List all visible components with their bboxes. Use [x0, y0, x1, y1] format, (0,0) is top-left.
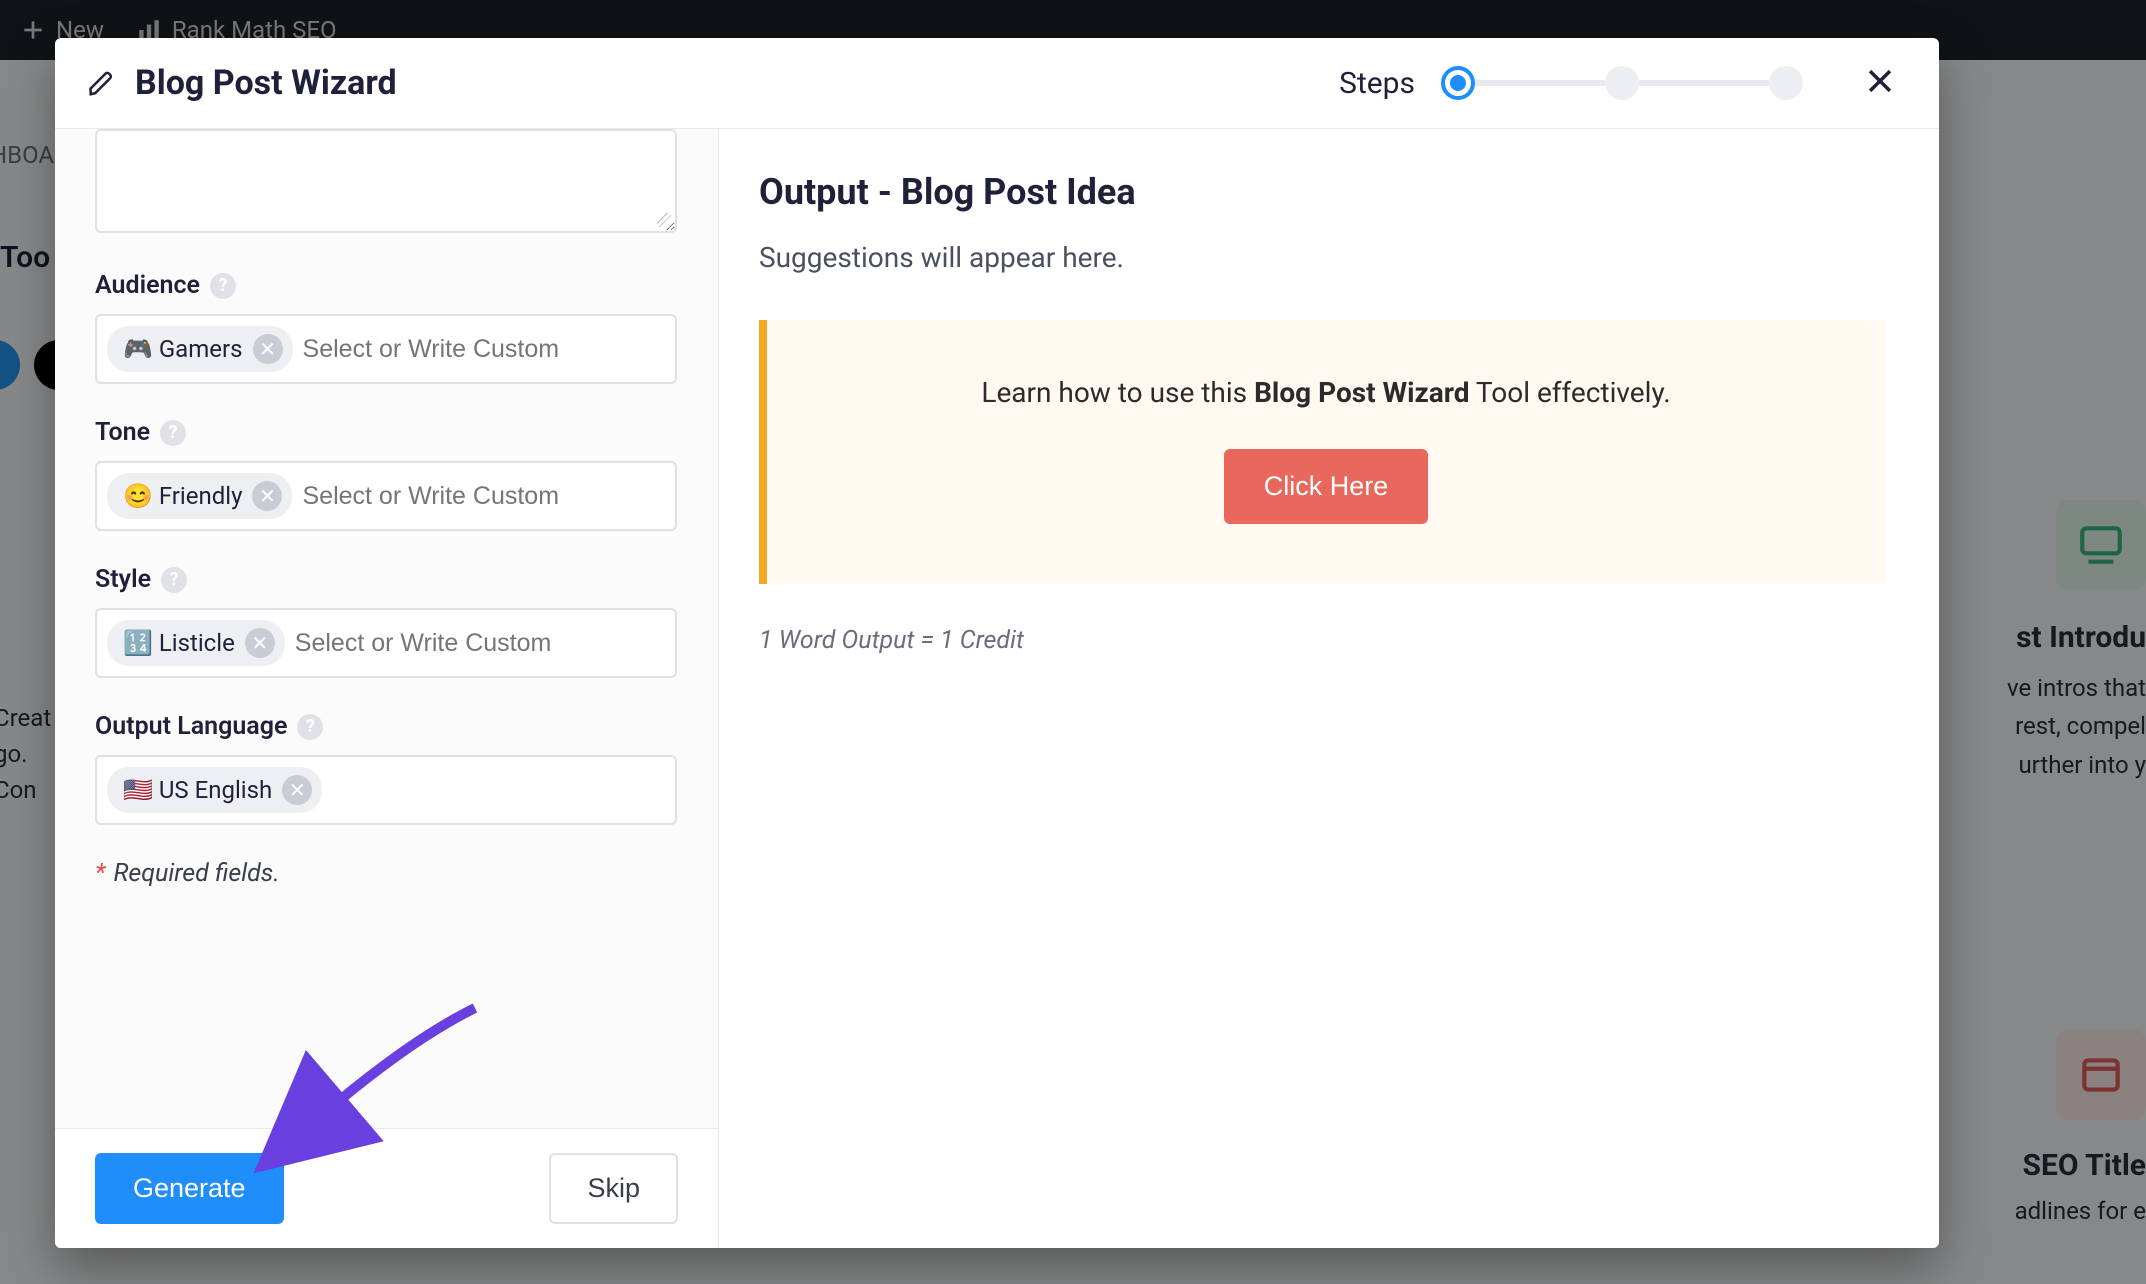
language-tag-text: 🇺🇸 US English — [123, 776, 272, 804]
modal-title: Blog Post Wizard — [135, 63, 397, 103]
output-title: Output - Blog Post Idea — [759, 171, 1885, 213]
learn-callout: Learn how to use this Blog Post Wizard T… — [759, 320, 1885, 584]
audience-text-input[interactable] — [303, 335, 665, 364]
generate-button[interactable]: Generate — [95, 1153, 284, 1224]
audience-tag-remove[interactable]: ✕ — [253, 334, 283, 364]
language-input[interactable]: 🇺🇸 US English ✕ — [95, 755, 677, 825]
form-panel: Audience ? 🎮 Gamers ✕ Tone ? — [55, 129, 719, 1248]
style-field: Style ? 🔢 Listicle ✕ — [95, 565, 678, 678]
audience-help-icon[interactable]: ? — [210, 273, 236, 299]
step-dot-2[interactable] — [1605, 66, 1639, 100]
tone-tag-friendly: 😊 Friendly ✕ — [107, 473, 292, 519]
pencil-icon — [87, 68, 117, 98]
language-tag-us-english: 🇺🇸 US English ✕ — [107, 767, 322, 813]
language-help-icon[interactable]: ? — [297, 714, 323, 740]
language-field: Output Language ? 🇺🇸 US English ✕ — [95, 712, 678, 825]
audience-tag-text: 🎮 Gamers — [123, 335, 243, 363]
close-icon — [1863, 64, 1897, 98]
step-dot-1[interactable] — [1441, 66, 1475, 100]
tone-field: Tone ? 😊 Friendly ✕ — [95, 418, 678, 531]
steps-label: Steps — [1339, 66, 1415, 101]
audience-tag-gamers: 🎮 Gamers ✕ — [107, 326, 293, 372]
click-here-button[interactable]: Click Here — [1224, 449, 1429, 524]
style-tag-listicle: 🔢 Listicle ✕ — [107, 620, 285, 666]
style-help-icon[interactable]: ? — [161, 567, 187, 593]
audience-input[interactable]: 🎮 Gamers ✕ — [95, 314, 677, 384]
style-tag-text: 🔢 Listicle — [123, 629, 235, 657]
output-placeholder: Suggestions will appear here. — [759, 241, 1885, 274]
tone-help-icon[interactable]: ? — [160, 420, 186, 446]
language-tag-remove[interactable]: ✕ — [282, 775, 312, 805]
close-button[interactable] — [1857, 58, 1903, 108]
skip-button[interactable]: Skip — [549, 1153, 678, 1224]
style-tag-remove[interactable]: ✕ — [245, 628, 275, 658]
language-label: Output Language — [95, 712, 287, 741]
callout-text: Learn how to use this Blog Post Wizard T… — [797, 376, 1855, 409]
tone-tag-text: 😊 Friendly — [123, 482, 242, 510]
required-note: *Required fields. — [95, 859, 678, 888]
topic-textarea[interactable] — [95, 129, 677, 233]
audience-field: Audience ? 🎮 Gamers ✕ — [95, 271, 678, 384]
steps-indicator: Steps — [1339, 66, 1803, 101]
step-dot-3[interactable] — [1769, 66, 1803, 100]
form-footer: Generate Skip — [55, 1128, 718, 1248]
blog-post-wizard-modal: Blog Post Wizard Steps — [55, 38, 1939, 1248]
output-panel: Output - Blog Post Idea Suggestions will… — [719, 129, 1939, 1248]
tone-label: Tone — [95, 418, 150, 447]
required-asterisk: * — [95, 859, 105, 888]
tone-input[interactable]: 😊 Friendly ✕ — [95, 461, 677, 531]
tone-text-input[interactable] — [302, 482, 665, 511]
step-line-1 — [1475, 80, 1605, 86]
style-input[interactable]: 🔢 Listicle ✕ — [95, 608, 677, 678]
style-text-input[interactable] — [295, 629, 665, 658]
audience-label: Audience — [95, 271, 200, 300]
style-label: Style — [95, 565, 151, 594]
step-line-2 — [1639, 80, 1769, 86]
modal-header: Blog Post Wizard Steps — [55, 38, 1939, 129]
tone-tag-remove[interactable]: ✕ — [252, 481, 282, 511]
credit-note: 1 Word Output = 1 Credit — [759, 626, 1885, 655]
